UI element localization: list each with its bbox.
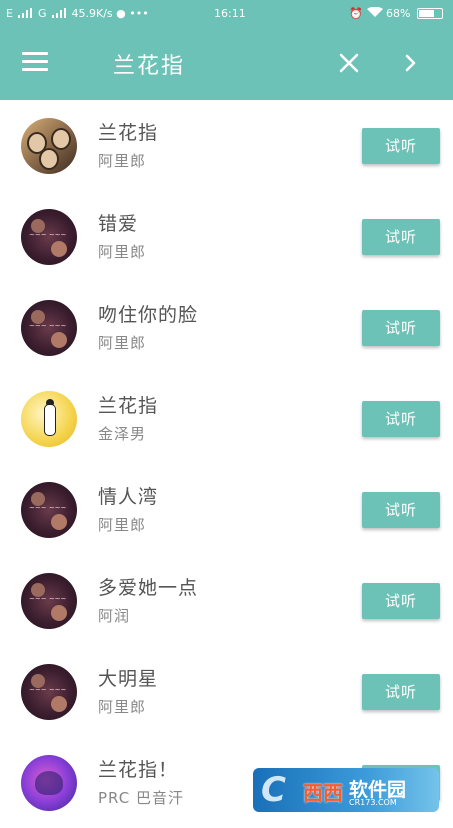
more-icon: ••• (129, 7, 149, 20)
watermark-c-icon: C (261, 770, 286, 810)
song-title: 兰花指 (98, 122, 159, 144)
song-row[interactable]: ~~~ ~~~ 吻住你的脸 阿里郎 试听 (0, 282, 453, 373)
alarm-icon: ⏰ (349, 7, 364, 20)
song-title: 吻住你的脸 (98, 304, 199, 326)
song-row[interactable]: ~~~ ~~~ 多爱她一点 阿润 试听 (0, 555, 453, 646)
song-title: 大明星 (98, 668, 159, 690)
song-row[interactable]: ~~~ ~~~ 情人湾 阿里郎 试听 (0, 464, 453, 555)
song-title: 兰花指！ (98, 759, 179, 781)
album-cover-avatar: ~~~ ~~~ (21, 209, 77, 265)
battery-icon (417, 8, 443, 19)
wifi-icon (366, 6, 383, 17)
watermark-url: CR173.COM (349, 798, 397, 807)
app-toolbar: 兰花指 (0, 28, 453, 100)
battery-percent: 68% (386, 7, 411, 20)
song-title: 兰花指 (98, 395, 159, 417)
album-cover-avatar (21, 118, 77, 174)
listen-button[interactable]: 试听 (362, 219, 440, 255)
search-title: 兰花指 (113, 54, 186, 79)
listen-button[interactable]: 试听 (362, 492, 440, 528)
chevron-right-icon[interactable] (398, 50, 424, 76)
song-row[interactable]: ~~~ ~~~ 大明星 阿里郎 试听 (0, 646, 453, 737)
qq-icon: ● (116, 7, 126, 20)
album-cover-avatar (21, 755, 77, 811)
song-artist: 阿里郎 (98, 334, 147, 352)
watermark-brand: 西西 (303, 781, 343, 805)
site-watermark-logo: C 西西 软件园 CR173.COM (253, 768, 439, 812)
listen-button[interactable]: 试听 (362, 128, 440, 164)
close-icon[interactable] (336, 50, 362, 76)
status-time: 16:11 (214, 7, 246, 20)
status-left: E G 45.9K/s ● ••• (6, 7, 149, 20)
song-row[interactable]: 兰花指 阿里郎 试听 (0, 100, 453, 191)
song-title: 多爱她一点 (98, 577, 199, 599)
album-cover-avatar: ~~~ ~~~ (21, 664, 77, 720)
album-cover-avatar: ~~~ ~~~ (21, 573, 77, 629)
album-cover-avatar (21, 391, 77, 447)
status-right: ⏰ 68% (349, 6, 443, 20)
listen-button[interactable]: 试听 (362, 583, 440, 619)
song-artist: PRC 巴音汗 (98, 789, 184, 807)
network-speed: 45.9K/s (71, 7, 113, 20)
song-artist: 阿里郎 (98, 698, 147, 716)
song-artist: 阿里郎 (98, 152, 147, 170)
listen-button[interactable]: 试听 (362, 310, 440, 346)
menu-icon[interactable] (22, 52, 48, 76)
listen-button[interactable]: 试听 (362, 401, 440, 437)
song-list: 兰花指 阿里郎 试听 ~~~ ~~~ 错爱 阿里郎 试听 ~~~ ~~~ 吻住你… (0, 100, 453, 828)
song-artist: 金泽男 (98, 425, 147, 443)
song-artist: 阿里郎 (98, 243, 147, 261)
song-title: 情人湾 (98, 486, 159, 508)
song-title: 错爱 (98, 213, 139, 235)
song-artist: 阿里郎 (98, 516, 147, 534)
listen-button[interactable]: 试听 (362, 674, 440, 710)
album-cover-avatar: ~~~ ~~~ (21, 300, 77, 356)
song-artist: 阿润 (98, 607, 131, 625)
song-row[interactable]: 兰花指 金泽男 试听 (0, 373, 453, 464)
song-row[interactable]: ~~~ ~~~ 错爱 阿里郎 试听 (0, 191, 453, 282)
status-bar: E G 45.9K/s ● ••• 16:11 ⏰ 68% (0, 0, 453, 28)
network-label-g: G (37, 7, 47, 20)
album-cover-avatar: ~~~ ~~~ (21, 482, 77, 538)
signal-icon (51, 8, 66, 18)
network-label-e: E (6, 7, 13, 20)
signal-icon (18, 8, 33, 18)
